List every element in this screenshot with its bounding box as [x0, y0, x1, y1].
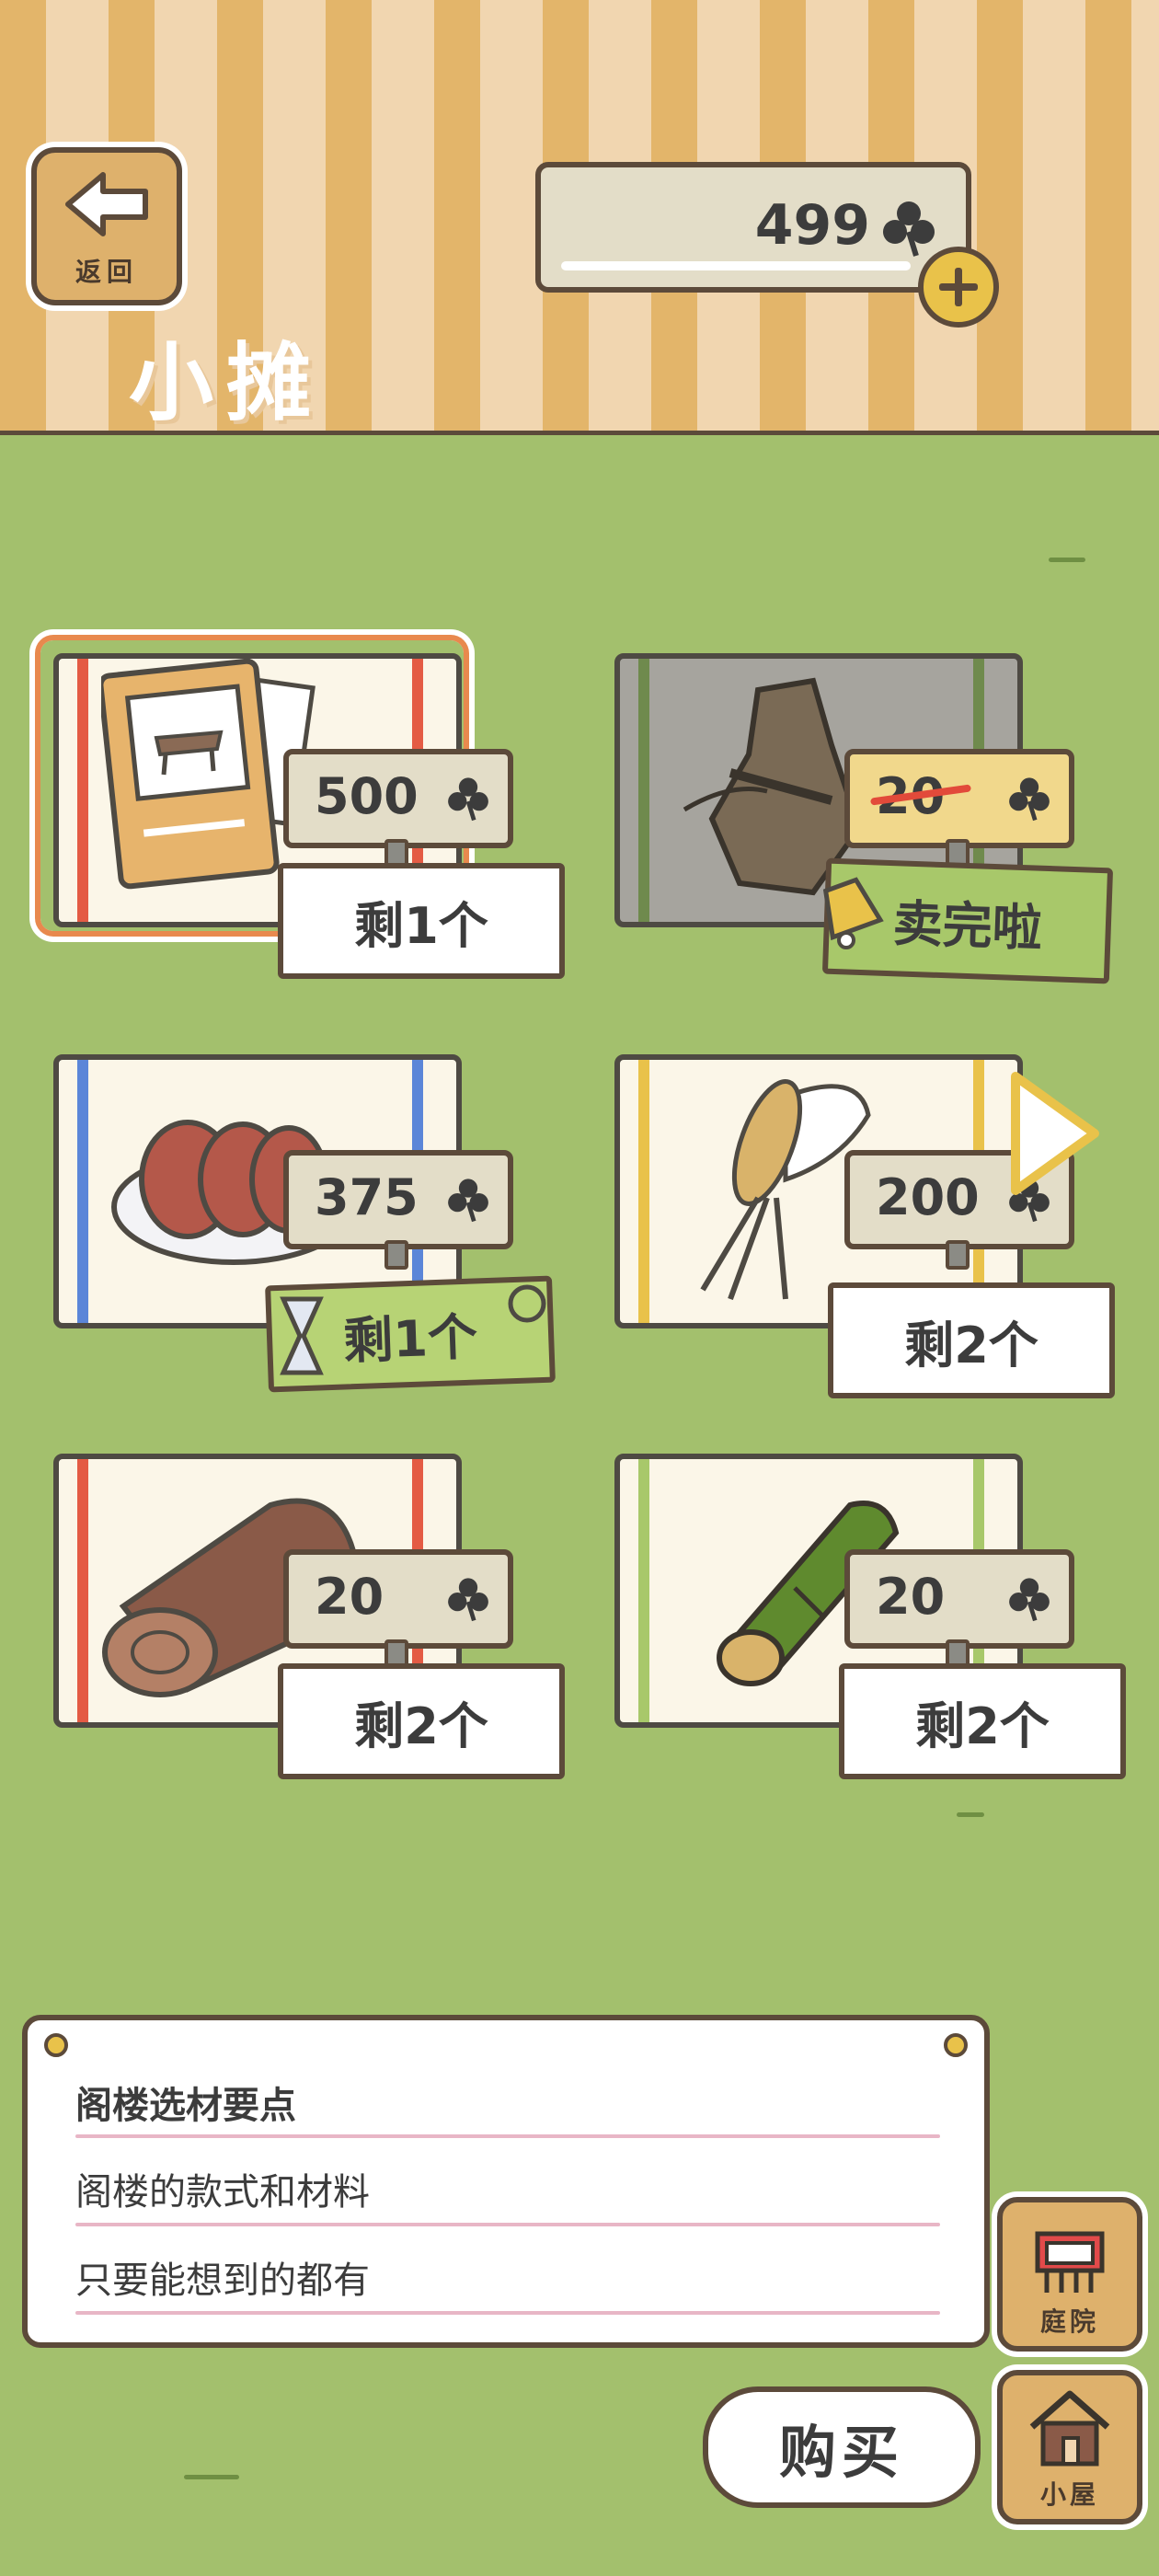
yard-icon — [1035, 2231, 1105, 2293]
back-label: 返回 — [75, 257, 138, 287]
arrow-left-icon — [65, 172, 148, 236]
item-stock: 剩2个 — [278, 1663, 565, 1779]
clover-icon — [448, 1179, 488, 1223]
description-title: 阁楼选材要点 — [75, 2085, 296, 2127]
shop-item-1[interactable]: 500 剩1个 — [40, 640, 565, 999]
mat-stripe — [638, 1459, 649, 1722]
price-tag: 375 — [283, 1150, 513, 1249]
hourglass-icon — [280, 1296, 324, 1375]
buy-button[interactable]: 购买 — [703, 2386, 981, 2508]
mat-stripe — [77, 1060, 88, 1323]
clover-icon — [1009, 1578, 1050, 1622]
shop-item-5[interactable]: 20 剩2个 — [40, 1441, 565, 1800]
item-price: 20 — [876, 1568, 946, 1626]
next-page-arrow-icon[interactable] — [1003, 1067, 1109, 1200]
tag-pin — [384, 1240, 408, 1270]
add-currency-button[interactable] — [918, 247, 999, 328]
currency-amount: 499 — [754, 193, 870, 258]
clover-icon — [883, 201, 935, 257]
clover-icon — [448, 1578, 488, 1622]
page-title: 小摊 — [129, 334, 325, 432]
clover-icon — [1009, 777, 1050, 822]
grass-decoration — [957, 1812, 984, 1817]
clover-icon — [448, 777, 488, 822]
yard-button[interactable]: 庭院 — [997, 2197, 1142, 2352]
price-tag: 500 — [283, 749, 513, 848]
clock-icon — [508, 1284, 546, 1323]
item-description-panel: 阁楼选材要点 阁楼的款式和材料 只要能想到的都有 — [22, 2015, 990, 2348]
divider — [75, 2223, 940, 2226]
price-tag: 20 — [844, 1549, 1074, 1649]
price-tag: 20 — [283, 1549, 513, 1649]
item-price: 375 — [315, 1168, 419, 1226]
divider — [75, 2134, 940, 2138]
item-price: 500 — [315, 767, 419, 825]
back-button[interactable]: 返回 — [31, 147, 182, 305]
house-button[interactable]: 小屋 — [997, 2370, 1142, 2524]
description-line-2: 只要能想到的都有 — [75, 2260, 370, 2302]
grass-decoration — [1049, 558, 1085, 562]
yard-label: 庭院 — [1039, 2306, 1099, 2337]
panel-pin — [44, 2033, 68, 2057]
description-line-1: 阁楼的款式和材料 — [75, 2171, 370, 2214]
item-price: 20 — [315, 1568, 384, 1626]
bell-icon — [822, 877, 884, 949]
shop-item-6[interactable]: 20 剩2个 — [602, 1441, 1126, 1800]
item-price: 200 — [876, 1168, 980, 1226]
mat-stripe — [638, 659, 649, 922]
item-stock: 剩2个 — [839, 1663, 1126, 1779]
mat-stripe — [77, 659, 88, 922]
house-icon — [1029, 2390, 1110, 2467]
item-stock: 剩2个 — [828, 1282, 1115, 1398]
currency-display: 499 — [535, 162, 971, 293]
tag-pin — [946, 1240, 970, 1270]
shop-item-2[interactable]: 20 卖完啦 — [602, 640, 1114, 999]
house-label: 小屋 — [1039, 2479, 1099, 2510]
mat-stripe — [638, 1060, 649, 1323]
price-tag: 20 — [844, 749, 1074, 848]
panel-pin — [944, 2033, 968, 2057]
grass-decoration — [184, 2475, 239, 2479]
divider — [75, 2311, 940, 2315]
item-stock: 剩1个 — [278, 863, 565, 979]
shop-item-3[interactable]: 375 剩1个 — [40, 1041, 556, 1400]
currency-bar — [561, 261, 911, 270]
